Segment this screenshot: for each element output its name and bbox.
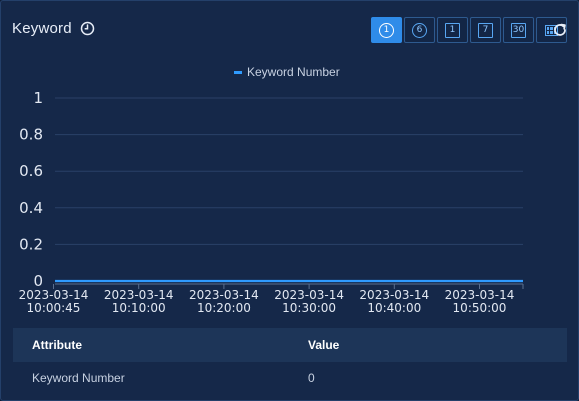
y-tick-label: 1 [33,89,43,107]
cell-value: 0 [308,371,315,385]
cell-attribute: Keyword Number [32,371,125,385]
table-header: Attribute Value [13,328,567,362]
keyword-panel: Keyword 1 6 1 7 30 Keyword Number 1 0.8 … [0,0,579,401]
x-tick-time-label: 10:00:45 [27,301,81,315]
x-tick-date-label: 2023-03-14 [104,288,174,302]
x-tick-date-label: 2023-03-14 [19,288,89,302]
y-tick-label: 0.4 [19,199,43,217]
attribute-table: Attribute Value Keyword Number 0 [13,328,567,394]
y-tick-label: 0.8 [19,126,43,144]
x-tick-time-label: 10:50:00 [453,301,507,315]
y-tick-label: 0.6 [19,162,43,180]
table-row: Keyword Number 0 [13,362,567,394]
x-tick-date-label: 2023-03-14 [445,288,515,302]
x-tick-time-label: 10:40:00 [367,301,421,315]
header-value: Value [308,338,340,352]
y-tick-label: 0.2 [19,235,43,253]
x-tick-time-label: 10:10:00 [112,301,166,315]
x-tick-date-label: 2023-03-14 [189,288,259,302]
x-tick-date-label: 2023-03-14 [359,288,429,302]
header-attribute: Attribute [32,338,82,352]
x-tick-time-label: 10:20:00 [197,301,251,315]
x-tick-date-label: 2023-03-14 [274,288,344,302]
x-tick-time-label: 10:30:00 [282,301,336,315]
keyword-line-chart: 10.80.60.40.202023-03-1410:00:452023-03-… [19,89,524,315]
